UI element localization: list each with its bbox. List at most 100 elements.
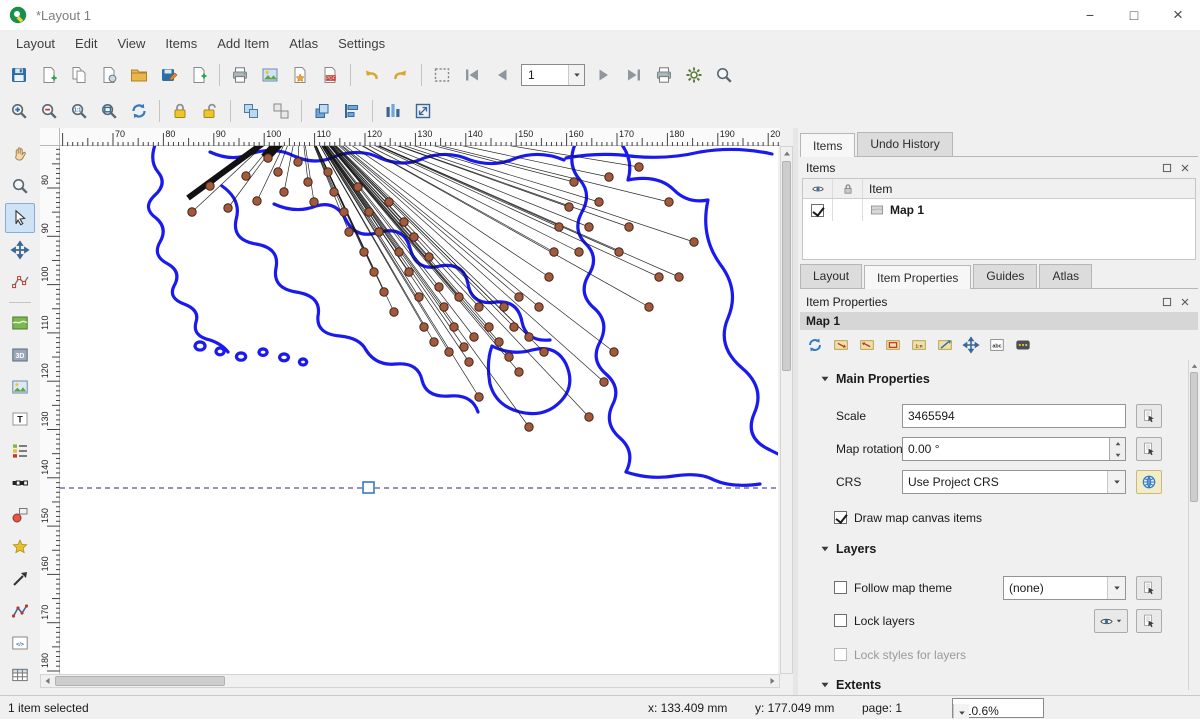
theme-data-defined-button[interactable]	[1136, 576, 1162, 600]
crs-combobox[interactable]: Use Project CRS	[902, 470, 1126, 494]
visible-layers-button[interactable]	[1094, 609, 1128, 633]
zoom-level-combobox[interactable]: 110.6%	[952, 698, 1044, 718]
print-layout-button[interactable]	[226, 61, 254, 89]
close-button[interactable]: ×	[1156, 0, 1200, 30]
add-node-item-button[interactable]	[5, 596, 35, 626]
scroll-up-icon[interactable]	[781, 147, 792, 161]
follow-map-theme-checkbox[interactable]	[834, 581, 847, 594]
extents-section-header[interactable]: Extents	[820, 678, 881, 690]
close-panel-icon[interactable]	[1178, 295, 1192, 309]
last-feature-button[interactable]	[620, 61, 648, 89]
ungroup-items-button[interactable]	[267, 97, 295, 125]
properties-scroll-thumb[interactable]	[1190, 372, 1198, 502]
lock-layers-data-defined-button[interactable]	[1136, 609, 1162, 633]
horizontal-scrollbar[interactable]	[40, 674, 780, 688]
move-map-content-button[interactable]	[959, 333, 983, 357]
scroll-left-icon[interactable]	[41, 675, 55, 687]
menu-view[interactable]: View	[107, 32, 155, 55]
tab-atlas[interactable]: Atlas	[1039, 264, 1092, 288]
zoom-in-button[interactable]	[5, 97, 33, 125]
resize-items-button[interactable]	[409, 97, 437, 125]
map-rotation-spinner[interactable]: 0.00 °	[902, 437, 1126, 461]
add-map-button[interactable]	[5, 308, 35, 338]
menu-items[interactable]: Items	[155, 32, 207, 55]
float-panel-icon[interactable]	[1160, 295, 1174, 309]
select-crs-button[interactable]	[1136, 470, 1162, 494]
new-layout-button[interactable]	[35, 61, 63, 89]
menu-settings[interactable]: Settings	[328, 32, 395, 55]
set-map-extent-to-canvas-button[interactable]	[829, 333, 853, 357]
edit-nodes-item-button[interactable]	[5, 267, 35, 297]
layout-canvas[interactable]	[60, 146, 778, 674]
add-items-from-template-button[interactable]	[185, 61, 213, 89]
item-row-map1[interactable]: Map 1	[803, 199, 1195, 221]
add-marker-button[interactable]	[5, 532, 35, 562]
export-as-image-button[interactable]	[256, 61, 284, 89]
menu-add-item[interactable]: Add Item	[207, 32, 279, 55]
redo-button[interactable]	[387, 61, 415, 89]
export-as-svg-button[interactable]	[286, 61, 314, 89]
unlock-all-items-button[interactable]	[196, 97, 224, 125]
add-legend-button[interactable]	[5, 436, 35, 466]
spin-up-icon[interactable]	[1110, 438, 1125, 449]
scale-input[interactable]: 3465594	[902, 404, 1126, 428]
clipping-settings-button[interactable]	[1011, 333, 1035, 357]
align-selected-items-button[interactable]	[338, 97, 366, 125]
add-picture-button[interactable]	[5, 372, 35, 402]
set-canvas-to-map-extent-button[interactable]	[855, 333, 879, 357]
save-button[interactable]	[5, 61, 33, 89]
zoom-actual-button[interactable]: 1:1	[65, 97, 93, 125]
tab-guides[interactable]: Guides	[973, 264, 1037, 288]
save-as-template-button[interactable]	[155, 61, 183, 89]
previous-feature-button[interactable]	[488, 61, 516, 89]
refresh-view-button[interactable]	[125, 97, 153, 125]
select-move-item-button[interactable]	[5, 203, 35, 233]
combo-arrow-icon[interactable]	[1107, 471, 1125, 493]
combo-arrow-icon[interactable]	[953, 704, 969, 719]
tab-layout[interactable]: Layout	[800, 264, 862, 288]
add-html-button[interactable]: </>	[5, 628, 35, 658]
draw-canvas-items-checkbox[interactable]	[834, 511, 847, 524]
main-properties-section-header[interactable]: Main Properties	[820, 372, 930, 386]
tab-item-properties[interactable]: Item Properties	[864, 265, 971, 289]
zoom-to-feature-button[interactable]	[710, 61, 738, 89]
scroll-right-icon[interactable]	[765, 675, 779, 687]
properties-scrollbar[interactable]	[1188, 360, 1200, 690]
labeling-settings-button[interactable]: abc	[985, 333, 1009, 357]
close-panel-icon[interactable]	[1178, 161, 1192, 175]
distribute-items-button[interactable]	[379, 97, 407, 125]
lock-layers-checkbox[interactable]	[834, 614, 847, 627]
update-map-preview-button[interactable]	[803, 333, 827, 357]
add-attribute-table-button[interactable]	[5, 660, 35, 690]
preview-atlas-button[interactable]	[428, 61, 456, 89]
menu-layout[interactable]: Layout	[6, 32, 65, 55]
tab-undo-history[interactable]: Undo History	[857, 132, 952, 156]
menu-edit[interactable]: Edit	[65, 32, 107, 55]
zoom-out-button[interactable]	[35, 97, 63, 125]
float-panel-icon[interactable]	[1160, 161, 1174, 175]
map-theme-combobox[interactable]: (none)	[1003, 576, 1126, 600]
open-folder-button[interactable]	[125, 61, 153, 89]
layout-manager-button[interactable]	[95, 61, 123, 89]
layers-section-header[interactable]: Layers	[820, 542, 876, 556]
lock-selected-items-button[interactable]	[166, 97, 194, 125]
vertical-scrollbar[interactable]	[780, 146, 793, 674]
horizontal-scroll-thumb[interactable]	[55, 676, 225, 686]
add-shape-button[interactable]	[5, 500, 35, 530]
spin-down-icon[interactable]	[1110, 449, 1125, 460]
minimize-button[interactable]: −	[1068, 0, 1112, 30]
menu-atlas[interactable]: Atlas	[279, 32, 328, 55]
interactive-edit-extent-button[interactable]	[933, 333, 957, 357]
atlas-feature-combobox[interactable]: 1	[521, 64, 585, 86]
export-as-pdf-button[interactable]: PDF	[316, 61, 344, 89]
print-atlas-button[interactable]	[650, 61, 678, 89]
add-arrow-button[interactable]	[5, 564, 35, 594]
item-visibility-checkbox[interactable]	[811, 204, 824, 217]
maximize-button[interactable]: □	[1112, 0, 1156, 30]
raise-selected-items-button[interactable]	[308, 97, 336, 125]
next-feature-button[interactable]	[590, 61, 618, 89]
pan-layout-button[interactable]	[5, 139, 35, 169]
rotation-data-defined-button[interactable]	[1136, 437, 1162, 461]
duplicate-layout-button[interactable]	[65, 61, 93, 89]
view-extent-in-canvas-button[interactable]	[881, 333, 905, 357]
